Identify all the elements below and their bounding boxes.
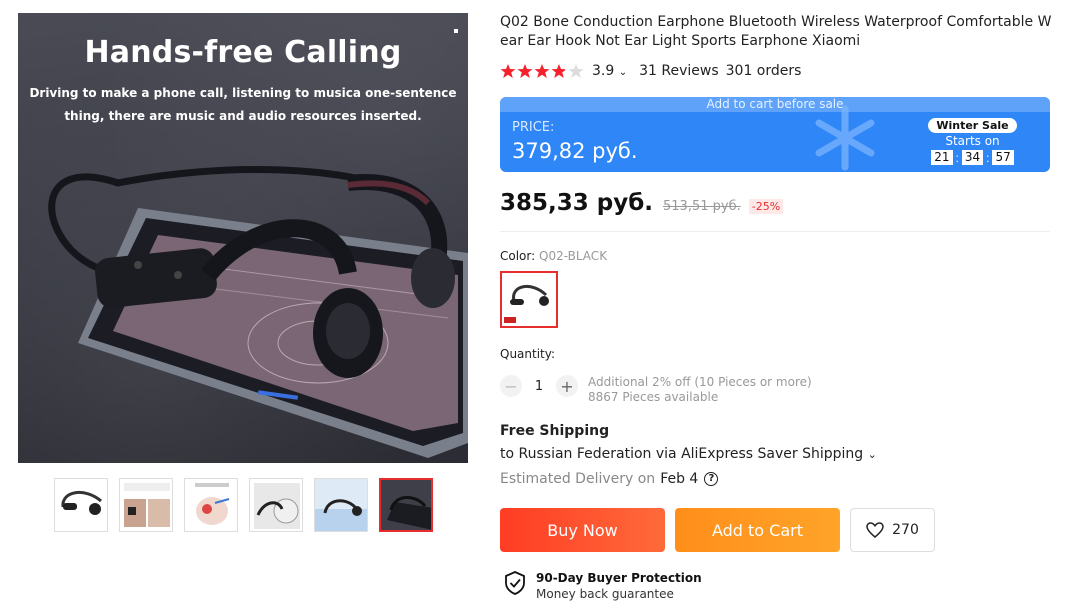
thumbnail-6-active[interactable] [379,478,433,532]
shipping-destination-text: to Russian Federation via AliExpress Sav… [500,446,864,462]
quantity-notes: Additional 2% off (10 Pieces or more) 88… [588,375,812,405]
buyer-protection: 90-Day Buyer Protection Money back guara… [504,571,702,601]
star-full-icon [517,64,533,78]
rating-row: 3.9 ⌄ 31 Reviews 301 orders [500,63,801,79]
rating-number: 3.9 [592,63,615,79]
add-to-cart-button[interactable]: Add to Cart [675,508,840,552]
star-rating [500,63,584,79]
price-row: 385,33 руб. 513,51 руб. -25% [500,190,784,216]
chevron-down-icon: ⌄ [867,448,877,461]
thumbnail-5[interactable] [314,478,368,532]
thumbnail-strip [54,478,433,532]
thumbnail-1[interactable] [54,478,108,532]
buy-now-button[interactable]: Buy Now [500,508,665,552]
product-info: Q02 Bone Conduction Earphone Bluetooth W… [500,13,1052,601]
timer-colon: : [955,150,959,165]
color-swatch-q02-black[interactable] [500,271,558,328]
winter-sale-badge: Winter Sale [928,118,1017,133]
wishlist-button[interactable]: 270 [850,508,935,552]
sale-banner: Add to cart before sale PRICE: 379,82 ру… [500,97,1050,172]
thumbnail-3[interactable] [184,478,238,532]
estimated-delivery-label: Estimated Delivery on [500,471,656,487]
star-empty-icon [568,64,584,78]
current-price: 385,33 руб. [500,190,654,216]
estimated-delivery: Estimated Delivery on Feb 4 ? [500,471,719,487]
original-price: 513,51 руб. [663,199,741,214]
quantity-stepper: − 1 + Additional 2% off (10 Pieces or mo… [500,375,812,404]
timer-minutes: 34 [961,150,984,165]
quantity-increase-button[interactable]: + [556,375,578,397]
wishlist-count: 270 [892,522,919,538]
sale-note: Add to cart before sale [500,97,1050,112]
orders-count: 301 orders [725,63,802,79]
timer-colon: : [986,150,990,165]
help-icon[interactable]: ? [704,472,719,486]
thumb-earphone-icon [61,491,102,515]
product-gallery: Hands-free Calling Driving to make a pho… [18,13,468,532]
discount-badge: -25% [748,199,784,214]
color-label-text: Color: [500,249,536,263]
image-dot [454,29,458,33]
quantity-decrease-button[interactable]: − [500,375,522,397]
protection-title: 90-Day Buyer Protection [536,571,702,585]
color-label: Color: Q02-BLACK [500,249,607,263]
quantity-input[interactable]: 1 [522,379,556,394]
shipping-destination[interactable]: to Russian Federation via AliExpress Sav… [500,446,877,462]
protection-subtitle: Money back guarantee [536,587,674,601]
shipping-title: Free Shipping [500,423,610,439]
shield-check-icon [505,571,525,595]
thumb-comparison-icon [120,479,172,531]
thumbnail-2[interactable] [119,478,173,532]
product-title: Q02 Bone Conduction Earphone Bluetooth W… [500,14,1052,49]
divider [500,231,1050,232]
thumb-comfort-icon [250,479,302,531]
thumb-hands-free-icon [381,480,431,530]
earphone-on-phone-illustration [48,166,468,458]
thumb-waterproof-icon [315,479,367,531]
quantity-label: Quantity: [500,347,556,361]
snowflake-icon [815,105,875,171]
star-full-icon [534,64,550,78]
countdown-timer: 21 : 34 : 57 [928,150,1017,165]
starts-on-label: Starts on [945,134,1000,148]
main-product-image[interactable]: Hands-free Calling Driving to make a pho… [18,13,468,463]
star-partial-icon [551,64,567,78]
color-value: Q02-BLACK [539,249,608,263]
bulk-discount-note: Additional 2% off (10 Pieces or more) [588,375,812,389]
sale-price: 379,82 руб. [512,139,638,163]
thumbnail-4[interactable] [249,478,303,532]
stock-available-note: 8867 Pieces available [588,390,719,404]
star-full-icon [500,64,516,78]
reviews-link[interactable]: 31 Reviews [639,63,719,79]
heart-icon [866,522,884,538]
timer-seconds: 57 [992,150,1014,165]
image-subline: Driving to make a phone call, listening … [29,86,457,123]
image-headline: Hands-free Calling [84,35,402,70]
thumb-bone-conduction-icon [185,479,237,531]
estimated-delivery-date: Feb 4 [660,471,699,487]
rating-value[interactable]: 3.9 ⌄ [592,63,627,79]
timer-hours: 21 [931,150,953,165]
chevron-down-icon: ⌄ [618,67,628,78]
sale-price-label: PRICE: [512,120,555,135]
swatch-earphone-icon [502,273,556,326]
